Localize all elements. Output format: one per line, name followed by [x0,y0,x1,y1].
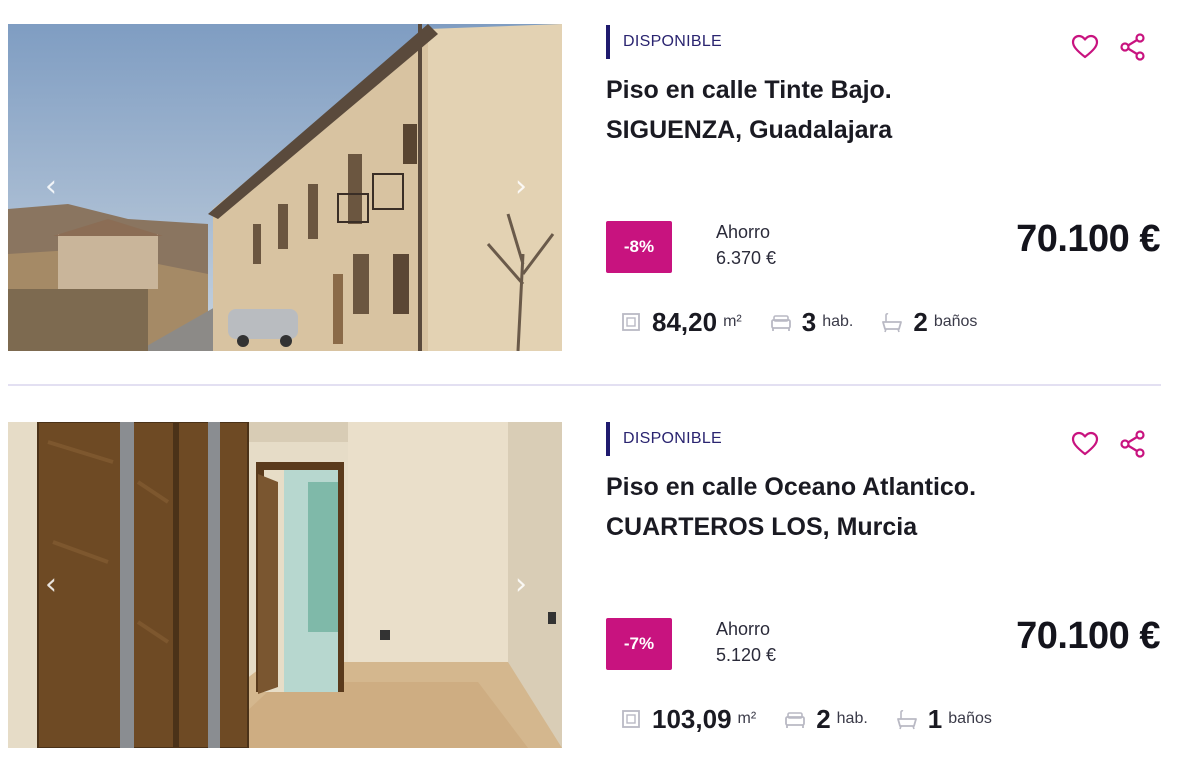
savings-info: Ahorro 6.370 € [716,219,916,271]
area-unit: m² [737,710,757,727]
rooms-value: 2 [816,703,831,734]
chevron-right-icon[interactable]: › [506,570,536,600]
savings-label: Ahorro [716,619,771,639]
title-street: Piso en calle Oceano Atlantico. [606,473,977,501]
chevron-left-icon[interactable]: ‹ [36,172,66,202]
property-features: 84,20 m² 3 hab. 2 baños [620,302,977,342]
area-icon [622,710,640,728]
baths-value: 1 [927,703,943,734]
discount-badge: -8% [606,221,672,273]
property-photo[interactable]: ‹ › [8,24,562,351]
feature-rooms: 2 hab. [784,704,868,735]
share-icon[interactable] [1118,429,1148,459]
area-icon [622,313,640,331]
savings-label: Ahorro [716,222,771,242]
feature-area: 103,09 m² [620,704,756,735]
feature-baths: 1 baños [896,704,992,735]
feature-area: 84,20 m² [620,307,742,338]
rooms-value: 3 [801,306,817,337]
area-unit: m² [723,313,742,330]
discount-badge: -7% [606,618,672,670]
interior-hallway-photo [8,422,562,748]
property-title[interactable]: Piso en calle Tinte Bajo. SIGUENZA, Guad… [606,70,1166,150]
bathtub-icon [896,710,917,730]
property-card[interactable]: ‹ › DISPONIBLE Piso en calle Tinte Bajo.… [0,0,1200,360]
title-location: SIGUENZA, Guadalajara [606,116,893,144]
bed-icon [785,712,806,728]
heart-icon[interactable] [1070,32,1100,62]
baths-unit: baños [948,710,992,727]
rooms-unit: hab. [836,710,868,727]
rooms-unit: hab. [822,313,854,330]
savings-amount: 6.370 € [716,248,777,268]
property-card[interactable]: ‹ › DISPONIBLE Piso en calle Oceano Atla… [0,397,1200,757]
feature-baths: 2 baños [881,307,977,338]
savings-amount: 5.120 € [716,645,777,665]
divider [8,384,1161,386]
price: 70.100 € [1016,615,1160,657]
bed-icon [770,315,791,331]
title-location: CUARTEROS LOS, Murcia [606,513,918,541]
property-features: 103,09 m² 2 hab. 1 baños [620,699,992,739]
heart-icon[interactable] [1070,429,1100,459]
property-photo[interactable]: ‹ › [8,422,562,748]
status-badge: DISPONIBLE [606,25,722,59]
baths-value: 2 [913,306,928,337]
property-title[interactable]: Piso en calle Oceano Atlantico. CUARTERO… [606,467,1166,547]
chevron-right-icon[interactable]: › [506,172,536,202]
price: 70.100 € [1016,218,1160,260]
savings-info: Ahorro 5.120 € [716,616,916,668]
status-badge: DISPONIBLE [606,422,722,456]
area-value: 103,09 [652,703,732,734]
building-exterior-photo [8,24,562,351]
title-street: Piso en calle Tinte Bajo. [606,76,892,104]
area-value: 84,20 [652,306,718,337]
share-icon[interactable] [1118,32,1148,62]
chevron-left-icon[interactable]: ‹ [36,570,66,600]
baths-unit: baños [933,313,978,330]
bathtub-icon [882,313,903,333]
feature-rooms: 3 hab. [770,306,854,338]
